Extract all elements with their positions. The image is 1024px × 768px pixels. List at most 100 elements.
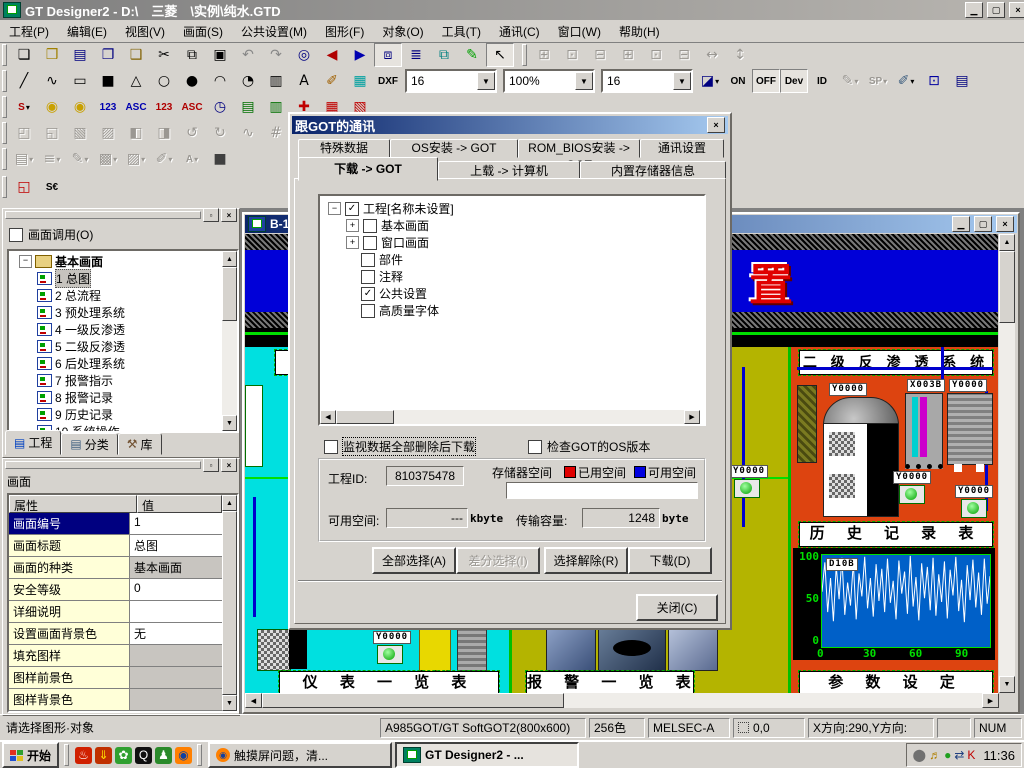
save-icon[interactable]: ▤ — [66, 43, 94, 67]
quicklaunch-download-icon[interactable]: ⇓ — [95, 747, 112, 764]
ascii-display-icon[interactable]: ASC — [122, 95, 150, 119]
scroll-right-icon[interactable]: ▶ — [982, 693, 999, 708]
undo-icon[interactable]: ↶ — [234, 43, 262, 67]
filled-circle-icon[interactable]: ● — [178, 69, 206, 93]
window-preview-icon[interactable]: ⊡ — [920, 69, 948, 93]
menu-4[interactable]: 公共设置(M) — [232, 20, 316, 43]
menu-10[interactable]: 帮助(H) — [610, 20, 669, 43]
screen-item-3[interactable]: 3 预处理系统 — [19, 304, 222, 321]
tray-mouse-icon[interactable]: ⬤ — [913, 749, 926, 761]
item-checkbox[interactable] — [361, 304, 375, 318]
off-preview-button[interactable]: OFF — [752, 69, 780, 93]
chevron-down-icon[interactable]: ▼ — [575, 72, 593, 90]
property-value[interactable]: 1 — [130, 513, 222, 534]
download-tree[interactable]: −✓工程[名称未设置]+基本画面+窗口画面部件注释✓公共设置高质量字体 ◀ ▶ — [318, 194, 706, 426]
delete-before-download-checkbox[interactable] — [324, 440, 338, 454]
hmi-vscrollbar[interactable]: ▲ ▼ — [999, 234, 1015, 693]
color-swatch[interactable]: ■ — [206, 147, 234, 171]
comment-word-icon[interactable]: ▥ — [262, 95, 290, 119]
download-tree-item[interactable]: +窗口画面 — [322, 234, 702, 251]
circle-icon[interactable]: ○ — [150, 69, 178, 93]
dialog-tab-特殊数据[interactable]: 特殊数据 — [298, 139, 390, 158]
id-display-button[interactable]: ID — [808, 69, 836, 93]
screen-list-icon[interactable]: ≣ — [402, 43, 430, 67]
copy-icon[interactable]: ⧉ — [178, 43, 206, 67]
lamp-bit-icon[interactable]: ◉ — [38, 95, 66, 119]
item-checkbox[interactable] — [363, 219, 377, 233]
quicklaunch-green-app-icon[interactable]: ✿ — [115, 747, 132, 764]
preview-icon[interactable]: ◎ — [290, 43, 318, 67]
tray-network-icon[interactable]: ⇄ — [954, 749, 964, 761]
expander-icon[interactable]: + — [346, 219, 359, 232]
property-row[interactable]: 填充图样 — [9, 645, 222, 667]
scroll-up-icon[interactable]: ▲ — [222, 495, 237, 511]
chevron-down-icon[interactable]: ▼ — [477, 72, 495, 90]
task-browser[interactable]: ◉触摸屏问题，清... — [208, 742, 392, 768]
redo-icon[interactable]: ↷ — [262, 43, 290, 67]
open-icon[interactable]: ❒ — [38, 43, 66, 67]
download-tree-item[interactable]: 注释 — [322, 268, 702, 285]
tab-project[interactable]: ▤工程 — [5, 430, 61, 455]
toolbar-gripper[interactable] — [2, 70, 7, 92]
quicklaunch-qq-icon[interactable]: Q — [135, 747, 152, 764]
download-tree-item[interactable]: 部件 — [322, 251, 702, 268]
property-value[interactable]: 0 — [130, 579, 222, 600]
comment-bit-icon[interactable]: ▤ — [234, 95, 262, 119]
expander-icon[interactable]: − — [328, 202, 341, 215]
item-checkbox[interactable]: ✓ — [361, 287, 375, 301]
scale-icon[interactable]: ▥ — [262, 69, 290, 93]
select-pointer-icon[interactable]: ↖ — [486, 43, 514, 67]
close-button[interactable]: × — [1009, 2, 1024, 18]
toolbar-gripper[interactable] — [522, 44, 527, 66]
scroll-right-icon[interactable]: ▶ — [684, 410, 700, 424]
download-tree-item[interactable]: +基本画面 — [322, 217, 702, 234]
property-value[interactable]: 无 — [130, 623, 222, 644]
numeric-input-icon[interactable]: 123 — [150, 95, 178, 119]
start-button[interactable]: 开始 — [2, 742, 59, 768]
scroll-track[interactable] — [222, 321, 237, 415]
toolbar-gripper[interactable] — [2, 44, 7, 66]
menu-9[interactable]: 窗口(W) — [549, 20, 610, 43]
toolbar-gripper[interactable] — [2, 96, 7, 118]
item-checkbox[interactable] — [361, 270, 375, 284]
dialog-button-3[interactable]: 选择解除(R) — [544, 547, 628, 574]
property-row[interactable]: 画面编号1 — [9, 513, 222, 535]
screen-item-4[interactable]: 4 一级反渗透 — [19, 321, 222, 338]
scroll-thumb[interactable] — [999, 251, 1015, 323]
prev-screen-icon[interactable]: ◀ — [318, 43, 346, 67]
property-value[interactable]: 总图 — [130, 535, 222, 556]
screen-item-1[interactable]: 1 总图 — [19, 270, 222, 287]
scroll-thumb[interactable] — [222, 267, 237, 321]
expander-icon[interactable]: + — [346, 236, 359, 249]
menu-1[interactable]: 编辑(E) — [58, 20, 116, 43]
sector-icon[interactable]: ◔ — [234, 69, 262, 93]
property-row[interactable]: 设置画面背景色无 — [9, 623, 222, 645]
lamp-word-icon[interactable]: ◉ — [66, 95, 94, 119]
property-row[interactable]: 图样前景色 — [9, 667, 222, 689]
toolbar-gripper[interactable] — [2, 122, 7, 144]
switch-icon[interactable]: S▾ — [10, 95, 38, 119]
download-tree-item[interactable]: 高质量字体 — [322, 302, 702, 319]
screen-item-6[interactable]: 6 后处理系统 — [19, 355, 222, 372]
image-icon[interactable]: ▦ — [346, 69, 374, 93]
screen-item-7[interactable]: 7 报警指示 — [19, 372, 222, 389]
scroll-down-icon[interactable]: ▼ — [222, 695, 237, 711]
screen-call-checkbox[interactable] — [9, 228, 23, 242]
property-row[interactable]: 图样背景色 — [9, 689, 222, 711]
scroll-track[interactable] — [564, 693, 982, 708]
tray-agent-icon[interactable]: ● — [944, 749, 951, 761]
chevron-down-icon[interactable]: ▼ — [673, 72, 691, 90]
panel-gripper[interactable] — [5, 211, 201, 219]
dialog-close-icon[interactable]: × — [707, 117, 725, 133]
layer-icon[interactable]: ⧉ — [430, 43, 458, 67]
dialog-button-4[interactable]: 下载(D) — [628, 547, 712, 574]
screen-item-8[interactable]: 8 报警记录 — [19, 389, 222, 406]
panel-gripper[interactable] — [5, 461, 201, 469]
rect-icon[interactable]: ▭ — [66, 69, 94, 93]
screen-item-9[interactable]: 9 历史记录 — [19, 406, 222, 423]
task-gt-designer[interactable]: GT Designer2 - ... — [395, 742, 579, 768]
tray-antivirus-icon[interactable]: K — [967, 749, 975, 761]
shape-color-icon[interactable]: ✐▾ — [892, 69, 920, 93]
screen-manager-icon[interactable]: ⧈ — [374, 43, 402, 67]
minimize-button[interactable]: ▁ — [965, 2, 983, 18]
